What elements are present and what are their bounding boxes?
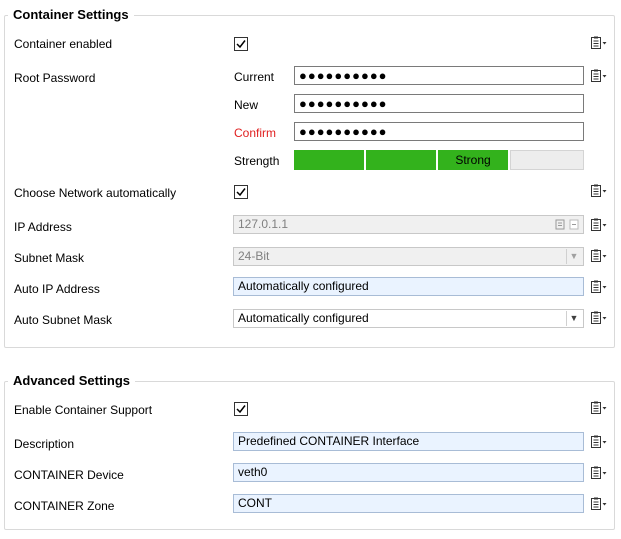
container-device-label: CONTAINER Device xyxy=(14,468,124,482)
checkmark-icon xyxy=(236,188,246,197)
strength-segment xyxy=(294,150,366,170)
new-password-label: New xyxy=(234,98,259,112)
ip-remove-icon xyxy=(569,219,579,232)
clipboard-menu-icon[interactable] xyxy=(590,69,608,83)
strength-text: Strong xyxy=(438,150,510,170)
strength-segment xyxy=(366,150,438,170)
description-field[interactable]: Predefined CONTAINER Interface xyxy=(233,432,584,451)
subnet-mask-select: 24-Bit ▼ xyxy=(233,247,584,266)
auto-subnet-value: Automatically configured xyxy=(238,311,369,325)
strength-segment xyxy=(510,150,584,170)
subnet-mask-label: Subnet Mask xyxy=(14,251,85,265)
password-strength-meter: Strong xyxy=(294,150,584,170)
strength-label: Strength xyxy=(234,154,280,168)
clipboard-menu-icon[interactable] xyxy=(590,249,608,263)
checkmark-icon xyxy=(236,40,246,49)
current-password-field[interactable]: ●●●●●●●●●● xyxy=(294,66,584,85)
chevron-down-icon[interactable]: ▼ xyxy=(566,311,581,326)
container-settings-title: Container Settings xyxy=(8,7,134,23)
ip-address-field: 127.0.1.1 xyxy=(233,215,584,234)
chevron-down-icon: ▼ xyxy=(566,249,581,264)
root-password-label: Root Password xyxy=(14,71,96,85)
container-settings-group xyxy=(4,15,615,348)
enable-support-label: Enable Container Support xyxy=(14,403,153,417)
ip-address-label: IP Address xyxy=(14,220,72,234)
subnet-mask-value: 24-Bit xyxy=(238,249,270,263)
advanced-settings-title: Advanced Settings xyxy=(8,373,136,389)
container-device-field[interactable]: veth0 xyxy=(233,463,584,482)
checkmark-icon xyxy=(236,405,246,414)
description-label: Description xyxy=(14,437,75,451)
clipboard-menu-icon[interactable] xyxy=(590,280,608,294)
network-auto-checkbox[interactable] xyxy=(234,185,248,199)
auto-subnet-label: Auto Subnet Mask xyxy=(14,313,113,327)
container-enabled-label: Container enabled xyxy=(14,37,113,51)
container-zone-label: CONTAINER Zone xyxy=(14,499,115,513)
current-password-label: Current xyxy=(234,70,275,84)
new-password-field[interactable]: ●●●●●●●●●● xyxy=(294,94,584,113)
confirm-password-label: Confirm xyxy=(234,126,277,140)
container-zone-field[interactable]: CONT xyxy=(233,494,584,513)
clipboard-menu-icon[interactable] xyxy=(590,466,608,480)
clipboard-menu-icon[interactable] xyxy=(590,218,608,232)
clipboard-menu-icon[interactable] xyxy=(590,36,608,50)
auto-ip-field[interactable]: Automatically configured xyxy=(233,277,584,296)
clipboard-menu-icon[interactable] xyxy=(590,401,608,415)
clipboard-menu-icon[interactable] xyxy=(590,497,608,511)
enable-support-checkbox[interactable] xyxy=(234,402,248,416)
confirm-password-field[interactable]: ●●●●●●●●●● xyxy=(294,122,584,141)
clipboard-menu-icon[interactable] xyxy=(590,435,608,449)
auto-subnet-select[interactable]: Automatically configured ▼ xyxy=(233,309,584,328)
clipboard-menu-icon[interactable] xyxy=(590,311,608,325)
container-enabled-checkbox[interactable] xyxy=(234,37,248,51)
network-auto-label: Choose Network automatically xyxy=(14,186,177,200)
ip-list-icon xyxy=(555,219,565,232)
clipboard-menu-icon[interactable] xyxy=(590,184,608,198)
auto-ip-label: Auto IP Address xyxy=(14,282,100,296)
